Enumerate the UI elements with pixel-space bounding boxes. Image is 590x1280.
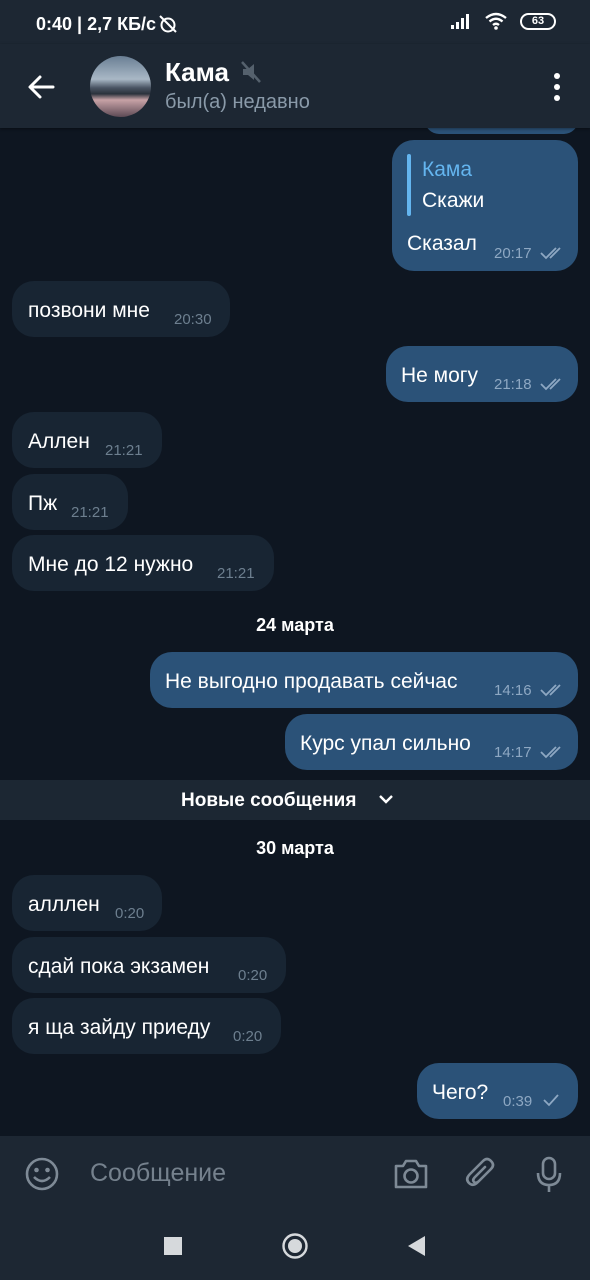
attach-icon[interactable] — [464, 1156, 498, 1192]
message-bubble-partial[interactable] — [425, 128, 578, 134]
signal-icon — [451, 14, 469, 29]
contact-avatar[interactable] — [90, 56, 151, 117]
message-time: 21:21 — [71, 504, 109, 521]
reply-bar — [407, 154, 411, 216]
message-time: 21:21 — [105, 442, 143, 459]
muted-icon — [241, 61, 261, 83]
date-separator: 24 марта — [256, 615, 334, 635]
message-text: Пж — [28, 492, 58, 515]
message-bubble-outgoing[interactable]: Не могу 21:18 — [386, 346, 578, 402]
message-bubble-incoming[interactable]: Мне до 12 нужно 21:21 — [12, 535, 274, 591]
message-bubble-outgoing[interactable]: Курс упал сильно 14:17 — [285, 714, 578, 770]
message-input-bar: Сообщение — [0, 1136, 590, 1210]
battery-indicator: 63 — [520, 12, 556, 30]
message-text: сдай пока экзамен — [28, 955, 210, 978]
message-text: алллен — [28, 893, 100, 916]
message-text: позвони мне — [28, 299, 150, 322]
date-separator: 30 марта — [256, 838, 334, 858]
new-messages-banner: Новые сообщения — [0, 780, 590, 820]
more-options-icon[interactable] — [552, 72, 562, 102]
message-input[interactable]: Сообщение — [90, 1159, 226, 1188]
status-bar: 0:40 | 2,7 КБ/с 63 — [0, 0, 590, 44]
message-text: я ща зайду приеду — [28, 1016, 211, 1039]
back-button[interactable] — [405, 1234, 427, 1258]
message-time: 0:39 — [503, 1093, 533, 1110]
microphone-icon[interactable] — [534, 1156, 564, 1194]
message-text: Курс упал сильно — [300, 732, 471, 755]
message-time: 0:20 — [238, 967, 268, 984]
message-bubble-incoming[interactable]: сдай пока экзамен 0:20 — [12, 937, 286, 993]
camera-icon[interactable] — [392, 1156, 430, 1192]
sent-checkmark-icon — [543, 1094, 559, 1107]
chat-header: Кама был(а) недавно — [0, 44, 590, 128]
message-text: Чего? — [432, 1081, 489, 1104]
message-text: Сказал — [407, 232, 477, 255]
status-time-speed: 0:40 | 2,7 КБ/с — [36, 14, 157, 34]
message-time: 0:20 — [233, 1028, 263, 1045]
message-bubble-incoming[interactable]: Аллен 21:21 — [12, 412, 162, 468]
reply-author: Кама — [422, 158, 473, 181]
read-checkmarks-icon — [540, 746, 561, 759]
message-bubble-outgoing[interactable]: Не выгодно продавать сейчас 14:16 — [150, 652, 578, 708]
chevron-down-icon — [379, 795, 393, 804]
message-bubble-outgoing[interactable]: Кама Скажи Сказал 20:17 — [392, 140, 578, 271]
home-button[interactable] — [281, 1232, 309, 1260]
read-checkmarks-icon — [540, 378, 561, 391]
message-time: 21:21 — [217, 565, 255, 582]
contact-status: был(а) недавно — [165, 91, 310, 113]
message-bubble-incoming[interactable]: позвони мне 20:30 — [12, 281, 230, 337]
message-bubble-outgoing[interactable]: Чего? 0:39 — [417, 1063, 578, 1119]
recents-button[interactable] — [164, 1237, 182, 1255]
message-text: Не выгодно продавать сейчас — [165, 670, 458, 693]
message-time: 0:20 — [115, 905, 145, 922]
reply-text: Скажи — [422, 189, 485, 212]
wifi-icon — [485, 12, 507, 30]
contact-name[interactable]: Кама — [165, 57, 229, 88]
read-checkmarks-icon — [540, 247, 561, 260]
read-checkmarks-icon — [540, 684, 561, 697]
message-text: Мне до 12 нужно — [28, 553, 194, 576]
message-time: 14:17 — [494, 744, 532, 761]
message-bubble-incoming[interactable]: Пж 21:21 — [12, 474, 128, 530]
system-navigation-bar — [0, 1210, 590, 1280]
message-time: 21:18 — [494, 376, 532, 393]
message-bubble-incoming[interactable]: алллен 0:20 — [12, 875, 162, 931]
message-time: 20:30 — [174, 311, 212, 328]
alarm-off-icon — [159, 15, 177, 33]
message-list[interactable]: Кама Скажи Сказал 20:17 позвони мне 20:3… — [0, 128, 590, 1136]
back-arrow-icon[interactable] — [26, 72, 56, 102]
message-time: 20:17 — [494, 245, 532, 262]
message-text: Аллен — [28, 430, 90, 453]
message-text: Не могу — [401, 364, 478, 387]
new-messages-label: Новые сообщения — [181, 790, 357, 811]
message-bubble-incoming[interactable]: я ща зайду приеду 0:20 — [12, 998, 281, 1054]
message-time: 14:16 — [494, 682, 532, 699]
emoji-icon[interactable] — [24, 1156, 60, 1192]
